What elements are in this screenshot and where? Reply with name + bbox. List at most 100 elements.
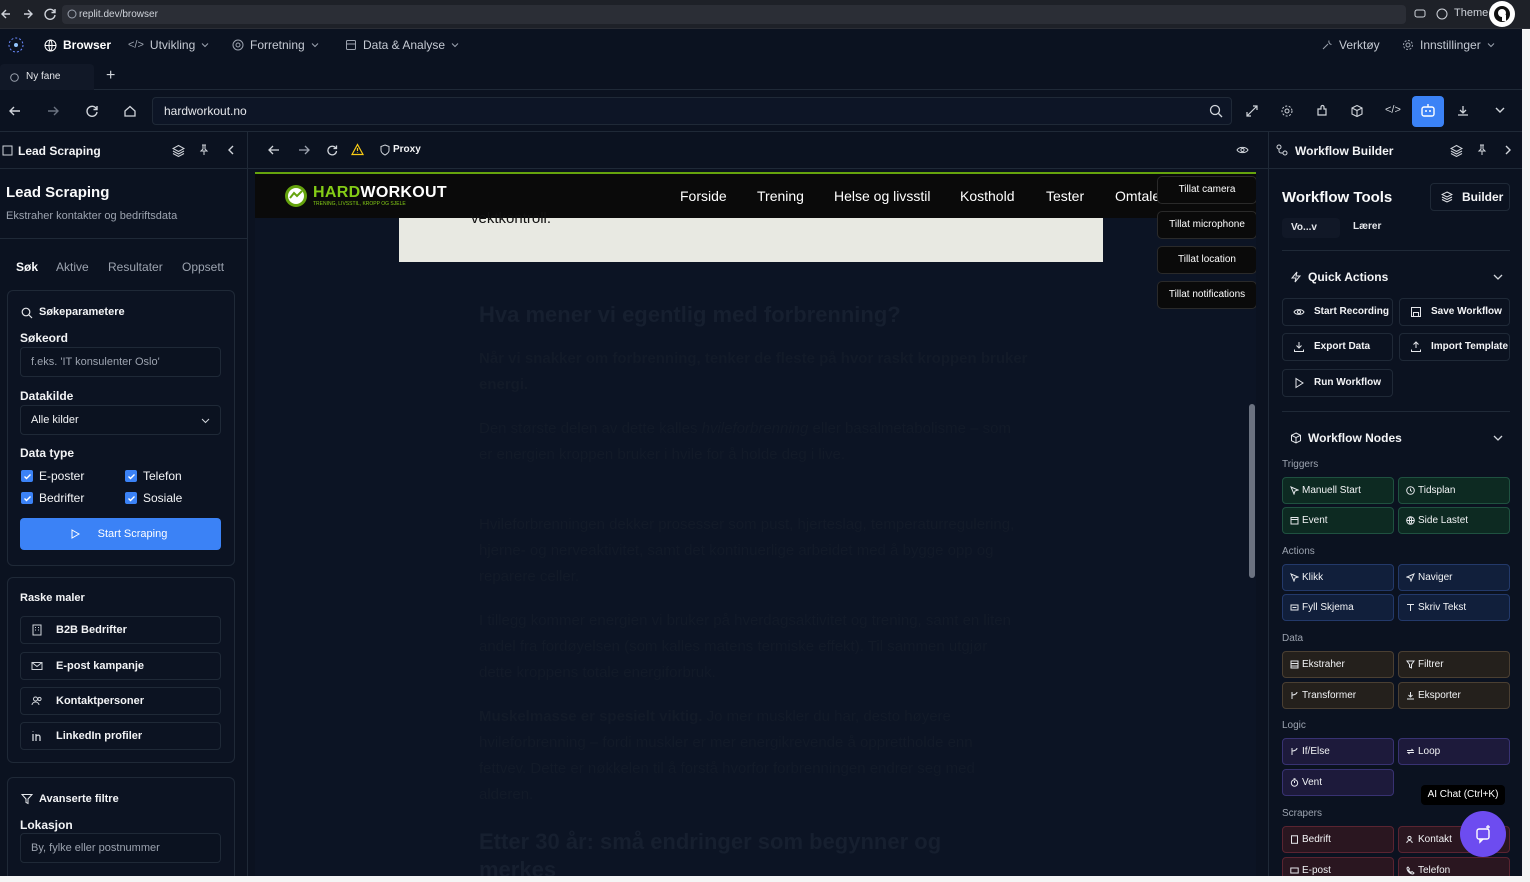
- permission-camera[interactable]: Tillat camera: [1157, 176, 1256, 204]
- webpage-viewport[interactable]: HARDWORKOUT TRENING, LIVSSTIL, KROPP OG …: [255, 172, 1256, 882]
- template-b2b[interactable]: B2B Bedrifter: [20, 616, 221, 644]
- chevron-down-icon[interactable]: [1493, 434, 1503, 442]
- site-nav-trening[interactable]: Trening: [757, 188, 804, 204]
- import-template-button[interactable]: Import Template: [1399, 333, 1510, 361]
- app-logo-icon[interactable]: [6, 35, 26, 55]
- run-workflow-button[interactable]: Run Workflow: [1282, 369, 1393, 397]
- node-transformer[interactable]: Transformer: [1282, 682, 1394, 709]
- fullscreen-button[interactable]: [1245, 104, 1261, 120]
- node-side-lastet[interactable]: Side Lastet: [1398, 507, 1510, 534]
- node-tidsplan[interactable]: Tidsplan: [1398, 477, 1510, 504]
- chrome-url-bar[interactable]: replit.dev/browser: [62, 5, 1406, 24]
- menu-verktoy[interactable]: Verktøy: [1321, 38, 1380, 52]
- node-skriv-tekst[interactable]: Skriv Tekst: [1398, 594, 1510, 621]
- theme-label[interactable]: Theme: [1454, 7, 1488, 19]
- collapse-left-icon[interactable]: [226, 144, 236, 156]
- back-icon[interactable]: [268, 144, 280, 156]
- node-filtrer[interactable]: Filtrer: [1398, 651, 1510, 678]
- collapse-right-icon[interactable]: [1503, 144, 1513, 156]
- proxy-label[interactable]: Proxy: [393, 144, 421, 155]
- back-button[interactable]: [8, 104, 24, 120]
- ai-chat-button[interactable]: [1460, 811, 1506, 857]
- template-kontaktpersoner[interactable]: Kontaktpersoner: [20, 687, 221, 715]
- node-vent[interactable]: Vent: [1282, 769, 1394, 796]
- site-logo-text[interactable]: HARDWORKOUT: [313, 184, 447, 202]
- tab-sok[interactable]: Søk: [16, 260, 38, 274]
- home-button[interactable]: [123, 104, 139, 120]
- node-klikk[interactable]: Klikk: [1282, 564, 1394, 591]
- menu-forretning[interactable]: Forretning: [232, 38, 319, 52]
- tab-oppsett[interactable]: Oppsett: [182, 260, 224, 274]
- node-manuell-start[interactable]: Manuell Start: [1282, 477, 1394, 504]
- site-info-icon[interactable]: [67, 9, 77, 19]
- code-button[interactable]: </>: [1385, 104, 1401, 120]
- address-bar[interactable]: hardworkout.no: [152, 97, 1232, 125]
- permission-microphone[interactable]: Tillat microphone: [1157, 211, 1256, 239]
- site-nav-forside[interactable]: Forside: [680, 188, 727, 204]
- forward-icon[interactable]: [22, 7, 36, 21]
- download-button[interactable]: [1456, 104, 1472, 120]
- tab-aktive[interactable]: Aktive: [56, 260, 89, 274]
- node-loop[interactable]: Loop: [1398, 738, 1510, 765]
- settings-button[interactable]: [1280, 104, 1296, 120]
- chat-icon[interactable]: [1413, 7, 1427, 21]
- node-ekstraher[interactable]: Ekstraher: [1282, 651, 1394, 678]
- reload-button[interactable]: [85, 104, 101, 120]
- menu-innstillinger[interactable]: Innstillinger: [1402, 38, 1495, 52]
- menu-utvikling[interactable]: </> Utvikling: [128, 38, 209, 52]
- automation-button[interactable]: [1412, 96, 1444, 127]
- reload-icon[interactable]: [326, 144, 338, 156]
- mode-tab-active[interactable]: Vo...v: [1282, 218, 1340, 238]
- site-nav-helse[interactable]: Helse og livsstil: [834, 188, 930, 204]
- extension-button[interactable]: [1315, 104, 1331, 120]
- node-bedrift[interactable]: Bedrift: [1282, 826, 1394, 853]
- source-select[interactable]: Alle kilder: [20, 405, 221, 435]
- forward-icon[interactable]: [298, 144, 310, 156]
- theme-icon[interactable]: [1435, 7, 1449, 21]
- node-fyll-skjema[interactable]: Fyll Skjema: [1282, 594, 1394, 621]
- viewport-scrollbar[interactable]: [1249, 404, 1255, 578]
- eye-icon[interactable]: [1236, 144, 1249, 156]
- site-nav-tester[interactable]: Tester: [1046, 188, 1084, 204]
- forward-button[interactable]: [46, 104, 62, 120]
- start-scraping-button[interactable]: Start Scraping: [20, 518, 221, 550]
- node-naviger[interactable]: Naviger: [1398, 564, 1510, 591]
- back-icon[interactable]: [0, 7, 14, 21]
- pin-icon[interactable]: [1476, 144, 1488, 156]
- reload-icon[interactable]: [43, 7, 57, 21]
- permission-location[interactable]: Tillat location: [1157, 246, 1256, 274]
- tab-resultater[interactable]: Resultater: [108, 260, 163, 274]
- checkbox-bedrifter[interactable]: Bedrifter: [21, 491, 84, 505]
- menu-browser[interactable]: Browser: [44, 38, 111, 52]
- mode-tab-laerer[interactable]: Lærer: [1353, 221, 1381, 232]
- template-epost[interactable]: E-post kampanje: [20, 652, 221, 680]
- save-workflow-button[interactable]: Save Workflow: [1399, 298, 1510, 326]
- layers-icon[interactable]: [1450, 144, 1463, 157]
- layers-icon[interactable]: [172, 144, 185, 157]
- export-data-button[interactable]: Export Data: [1282, 333, 1393, 361]
- site-nav-omtale[interactable]: Omtale: [1115, 188, 1160, 204]
- checkbox-sosiale[interactable]: Sosiale: [125, 491, 182, 505]
- more-chevron-button[interactable]: [1494, 104, 1510, 120]
- search-icon[interactable]: [1209, 104, 1223, 118]
- node-event[interactable]: Event: [1282, 507, 1394, 534]
- checkbox-e-poster[interactable]: E-poster: [21, 469, 84, 483]
- start-recording-button[interactable]: Start Recording: [1282, 298, 1393, 326]
- template-linkedin[interactable]: LinkedIn profiler: [20, 722, 221, 750]
- site-logo-icon[interactable]: [283, 183, 309, 209]
- checkbox-telefon[interactable]: Telefon: [125, 469, 182, 483]
- warning-icon[interactable]: [351, 143, 364, 156]
- location-input[interactable]: By, fylke eller postnummer: [20, 833, 221, 863]
- node-if-else[interactable]: If/Else: [1282, 738, 1394, 765]
- account-avatar[interactable]: [1489, 1, 1515, 27]
- pin-icon[interactable]: [198, 144, 210, 156]
- tab-ny-fane[interactable]: Ny fane: [0, 64, 94, 90]
- node-eksporter[interactable]: Eksporter: [1398, 682, 1510, 709]
- new-tab-button[interactable]: +: [106, 67, 115, 85]
- menu-data-analyse[interactable]: Data & Analyse: [345, 38, 459, 52]
- builder-button[interactable]: Builder: [1430, 183, 1510, 211]
- package-button[interactable]: [1350, 104, 1366, 120]
- site-nav-kosthold[interactable]: Kosthold: [960, 188, 1014, 204]
- permission-notifications[interactable]: Tillat notifications: [1157, 281, 1256, 309]
- keyword-input[interactable]: f.eks. 'IT konsulenter Oslo': [20, 347, 221, 377]
